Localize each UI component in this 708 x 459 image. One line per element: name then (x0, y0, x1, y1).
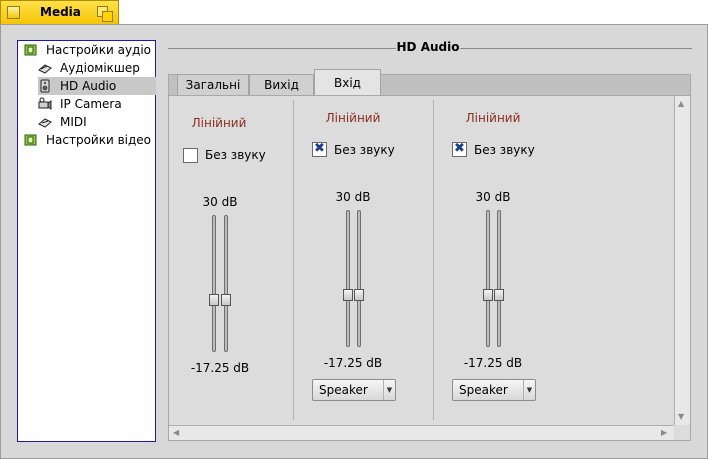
dropdown-value: Speaker (459, 383, 508, 397)
source-dropdown[interactable]: Speaker ▼ (312, 379, 396, 401)
list-item-label: IP Camera (60, 97, 122, 111)
vertical-scrollbar[interactable]: ▲ ▼ (674, 96, 690, 425)
volume-slider-thumb[interactable] (483, 289, 493, 301)
min-db-label: -17.25 dB (463, 356, 523, 370)
list-item-label: Настройки аудіо (46, 43, 152, 57)
tab-content-panel (168, 95, 691, 441)
tab-input[interactable]: Вхід (314, 69, 381, 96)
volume-slider-thumb[interactable] (209, 294, 219, 306)
scroll-down-icon[interactable]: ▼ (678, 412, 684, 422)
min-db-label: -17.25 dB (323, 356, 383, 370)
channel-divider (293, 100, 294, 420)
list-item-label: Аудіомікшер (60, 61, 140, 75)
max-db-label: 30 dB (202, 195, 238, 209)
scroll-left-icon[interactable]: ◀ (173, 428, 179, 438)
list-item-midi[interactable]: MIDI (38, 113, 152, 131)
mute-checkbox[interactable]: ✖ (452, 141, 467, 157)
horizontal-scrollbar[interactable]: ◀ ▶ (169, 425, 674, 440)
channel-label: Лінійний (465, 111, 521, 125)
list-item-audio-settings[interactable]: Настройки аудіо (24, 41, 152, 59)
mixer-icon (38, 64, 52, 74)
window-title: Media (40, 5, 81, 19)
max-db-label: 30 dB (475, 190, 511, 204)
speaker-icon (40, 79, 50, 93)
category-list[interactable]: Настройки аудіо Аудіомікшер HD Audio IP … (17, 40, 156, 442)
volume-slider-track[interactable] (212, 215, 216, 352)
list-item-mixer[interactable]: Аудіомікшер (38, 59, 152, 77)
volume-slider-track[interactable] (357, 210, 361, 347)
camera-icon (38, 97, 52, 110)
channel-label: Лінійний (325, 111, 381, 125)
tab-output[interactable]: Вихід (249, 74, 314, 95)
list-item-label: MIDI (60, 115, 87, 129)
channel-label: Лінійний (191, 116, 247, 130)
list-item-label: HD Audio (60, 79, 117, 93)
scroll-up-icon[interactable]: ▲ (678, 99, 684, 109)
midi-icon (38, 118, 52, 128)
mute-checkbox[interactable] (183, 148, 198, 163)
list-item-label: Настройки відео (46, 133, 152, 147)
source-dropdown[interactable]: Speaker ▼ (452, 379, 536, 401)
tab-general[interactable]: Загальні (177, 74, 249, 95)
audio-settings-icon (24, 44, 37, 56)
mute-label: Без звуку (334, 143, 395, 157)
volume-slider-track[interactable] (224, 215, 228, 352)
tab-label: Загальні (185, 78, 241, 92)
zoom-icon[interactable] (97, 6, 113, 22)
volume-slider-track[interactable] (486, 210, 490, 347)
volume-slider-track[interactable] (346, 210, 350, 347)
scroll-right-icon[interactable]: ▶ (661, 428, 667, 438)
window-tab[interactable]: Media (0, 0, 119, 25)
min-db-label: -17.25 dB (190, 361, 250, 375)
channel-divider (433, 100, 434, 420)
close-icon[interactable] (7, 6, 20, 19)
chevron-down-icon: ▼ (523, 380, 535, 400)
max-db-label: 30 dB (335, 190, 371, 204)
section-title: HD Audio (396, 40, 460, 54)
tab-label: Вихід (264, 78, 299, 92)
list-item-ip-camera[interactable]: IP Camera (38, 95, 152, 113)
volume-slider-thumb[interactable] (494, 289, 504, 301)
scrollbar-corner (674, 425, 690, 440)
volume-slider-thumb[interactable] (221, 294, 231, 306)
volume-slider-thumb[interactable] (354, 289, 364, 301)
chevron-down-icon: ▼ (383, 380, 395, 400)
tab-label: Вхід (334, 76, 361, 90)
mute-label: Без звуку (205, 148, 266, 162)
mute-checkbox[interactable]: ✖ (312, 141, 327, 157)
list-item-video-settings[interactable]: Настройки відео (24, 131, 152, 149)
video-settings-icon (24, 134, 37, 146)
mute-label: Без звуку (474, 143, 535, 157)
checkmark-icon: ✖ (454, 141, 465, 156)
checkmark-icon: ✖ (314, 141, 325, 156)
header-rule-right (460, 48, 692, 49)
header-rule-left (168, 48, 396, 49)
list-item-hd-audio[interactable]: HD Audio (38, 77, 156, 95)
dropdown-value: Speaker (319, 383, 368, 397)
volume-slider-thumb[interactable] (343, 289, 353, 301)
volume-slider-track[interactable] (497, 210, 501, 347)
